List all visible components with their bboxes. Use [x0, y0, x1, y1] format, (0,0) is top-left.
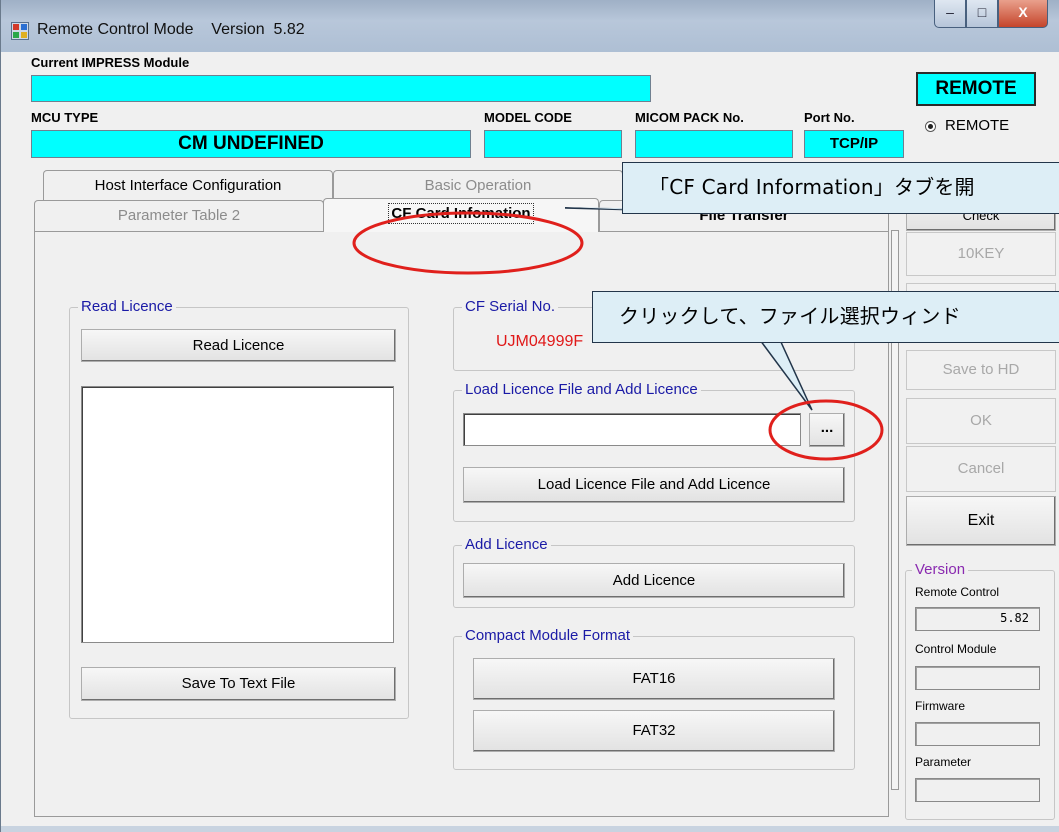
- micom-pack-label: MICOM PACK No.: [635, 110, 744, 125]
- cf-serial-title: CF Serial No.: [462, 298, 559, 315]
- cf-serial-value: UJM04999F: [496, 333, 584, 350]
- port-display: TCP/IP: [804, 130, 904, 158]
- micom-pack-display: [635, 130, 793, 158]
- callout-click-browse: クリックして、ファイル選択ウィンド: [592, 291, 1059, 343]
- remote-control-version-value: 5.82: [915, 607, 1040, 631]
- remote-control-version-label: Remote Control: [915, 585, 1000, 599]
- model-code-display: [484, 130, 622, 158]
- exit-button[interactable]: Exit: [906, 496, 1056, 546]
- browse-button[interactable]: ...: [809, 413, 845, 447]
- mode-indicator: REMOTE: [916, 72, 1036, 106]
- tab-basic-operation-label: Basic Operation: [424, 177, 532, 194]
- minimize-button[interactable]: –: [934, 0, 966, 28]
- model-code-label: MODEL CODE: [484, 110, 572, 125]
- maximize-button[interactable]: □: [966, 0, 998, 28]
- compact-module-format-title: Compact Module Format: [462, 627, 634, 644]
- tab-cf-card-label: CF Card Infomation: [388, 203, 534, 224]
- save-to-hd-button[interactable]: Save to HD: [906, 350, 1056, 390]
- firmware-version-value: [915, 722, 1040, 746]
- version-title: Version: [912, 561, 969, 578]
- add-licence-button[interactable]: Add Licence: [463, 563, 845, 598]
- firmware-version-label: Firmware: [915, 699, 965, 713]
- remote-radio[interactable]: [925, 121, 936, 132]
- tab-cf-card-information[interactable]: CF Card Infomation: [323, 198, 599, 232]
- close-button[interactable]: X: [998, 0, 1048, 28]
- tenkey-button[interactable]: 10KEY: [906, 232, 1056, 276]
- window-bottom-border: [1, 826, 1059, 832]
- current-module-label: Current IMPRESS Module: [31, 55, 190, 70]
- load-licence-title: Load Licence File and Add Licence: [462, 381, 701, 398]
- load-licence-button[interactable]: Load Licence File and Add Licence: [463, 467, 845, 503]
- read-licence-title: Read Licence: [78, 298, 176, 315]
- control-module-version-label: Control Module: [915, 642, 997, 656]
- ok-button[interactable]: OK: [906, 398, 1056, 444]
- cancel-button[interactable]: Cancel: [906, 446, 1056, 492]
- control-module-version-value: [915, 666, 1040, 690]
- tab-parameter-table-2-label: Parameter Table 2: [117, 207, 241, 224]
- read-licence-button[interactable]: Read Licence: [81, 329, 396, 362]
- licence-file-path-input[interactable]: [463, 413, 801, 446]
- parameter-version-value: [915, 778, 1040, 802]
- port-label: Port No.: [804, 110, 855, 125]
- mcu-type-label: MCU TYPE: [31, 110, 99, 125]
- title-bar[interactable]: Remote Control Mode Version 5.82 – □ X: [1, 0, 1059, 52]
- remote-radio-label[interactable]: REMOTE: [945, 117, 1009, 134]
- window-title: Remote Control Mode Version 5.82: [37, 21, 305, 38]
- add-licence-title: Add Licence: [462, 536, 551, 553]
- fat16-button[interactable]: FAT16: [473, 658, 835, 700]
- fat32-button[interactable]: FAT32: [473, 710, 835, 752]
- parameter-version-label: Parameter: [915, 755, 972, 769]
- licence-list[interactable]: [81, 386, 394, 643]
- save-to-text-file-button[interactable]: Save To Text File: [81, 667, 396, 701]
- tab-host-interface[interactable]: Host Interface Configuration: [43, 170, 333, 202]
- mcu-type-display: CM UNDEFINED: [31, 130, 471, 158]
- tab-parameter-table-2[interactable]: Parameter Table 2: [34, 200, 324, 232]
- remote-control-window: Remote Control Mode Version 5.82 – □ X C…: [0, 0, 1059, 832]
- callout-open-cf-tab: 「CF Card Information」タブを開: [622, 162, 1059, 214]
- app-icon: [11, 22, 29, 40]
- current-module-display: [31, 75, 651, 102]
- tab-host-interface-label: Host Interface Configuration: [94, 177, 282, 194]
